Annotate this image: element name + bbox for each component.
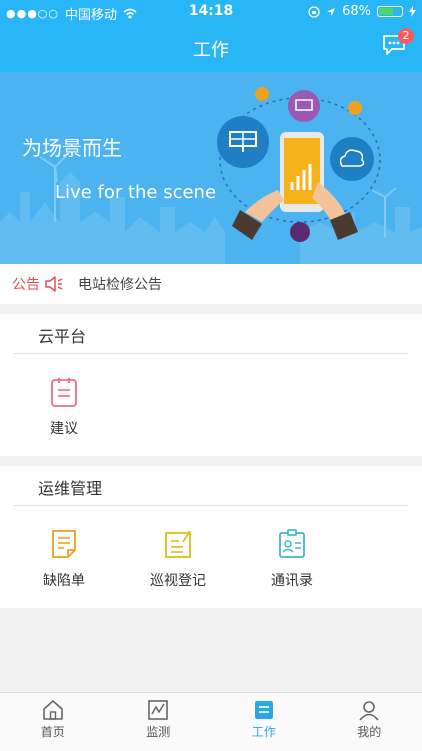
suggestion-button[interactable]: 建议 xyxy=(14,376,114,438)
banner[interactable]: 为场景而生 Live for the scene xyxy=(0,72,422,264)
banner-title-cn: 为场景而生 xyxy=(22,132,122,161)
contacts-label: 通讯录 xyxy=(242,570,342,590)
work-icon xyxy=(252,699,276,721)
tab-profile[interactable]: 我的 xyxy=(317,693,422,751)
notice-label: 公告 xyxy=(12,274,40,294)
inspection-label: 巡视登记 xyxy=(128,570,228,590)
tab-label: 工作 xyxy=(252,725,276,739)
suggestion-icon xyxy=(49,376,79,408)
tab-work[interactable]: 工作 xyxy=(211,693,317,751)
lock-rotation-icon xyxy=(308,6,320,18)
location-icon xyxy=(326,7,336,17)
defect-form-icon xyxy=(49,528,79,560)
contacts-icon xyxy=(277,528,307,560)
speaker-icon xyxy=(44,275,64,293)
status-bar: ●●●○○ 中国移动 14:18 68% xyxy=(0,0,422,24)
tab-home[interactable]: 首页 xyxy=(0,693,106,751)
battery-icon xyxy=(377,6,403,17)
message-button[interactable]: 2 xyxy=(382,34,408,60)
charging-icon xyxy=(409,6,416,17)
notice-bar[interactable]: 公告 电站检修公告 xyxy=(0,264,422,304)
profile-icon xyxy=(357,699,381,721)
contacts-button[interactable]: 通讯录 xyxy=(242,528,342,590)
tab-bar: 首页 监测 工作 我的 xyxy=(0,692,422,751)
section-operations: 运维管理 缺陷单 巡视登记 xyxy=(0,466,422,608)
page-title: 工作 xyxy=(0,36,422,62)
tab-monitor[interactable]: 监测 xyxy=(106,693,212,751)
nav-bar: 工作 2 xyxy=(0,24,422,72)
inspection-icon xyxy=(163,528,193,560)
suggestion-label: 建议 xyxy=(14,418,114,438)
section-cloud-platform: 云平台 建议 xyxy=(0,314,422,456)
tab-label: 我的 xyxy=(357,725,381,739)
banner-illustration xyxy=(0,72,422,264)
tab-label: 监测 xyxy=(146,725,170,739)
inspection-button[interactable]: 巡视登记 xyxy=(128,528,228,590)
battery-percent: 68% xyxy=(342,4,371,19)
banner-title-en: Live for the scene xyxy=(55,182,216,203)
divider xyxy=(14,353,408,354)
divider xyxy=(14,505,408,506)
monitor-icon xyxy=(146,699,170,721)
section-title: 云平台 xyxy=(38,314,422,353)
top-bar: ●●●○○ 中国移动 14:18 68% 工作 xyxy=(0,0,422,72)
tab-label: 首页 xyxy=(41,725,65,739)
defect-form-button[interactable]: 缺陷单 xyxy=(14,528,114,590)
defect-form-label: 缺陷单 xyxy=(14,570,114,590)
home-icon xyxy=(41,699,65,721)
notice-text: 电站检修公告 xyxy=(78,274,162,294)
message-badge: 2 xyxy=(398,28,414,44)
section-title: 运维管理 xyxy=(38,466,422,505)
